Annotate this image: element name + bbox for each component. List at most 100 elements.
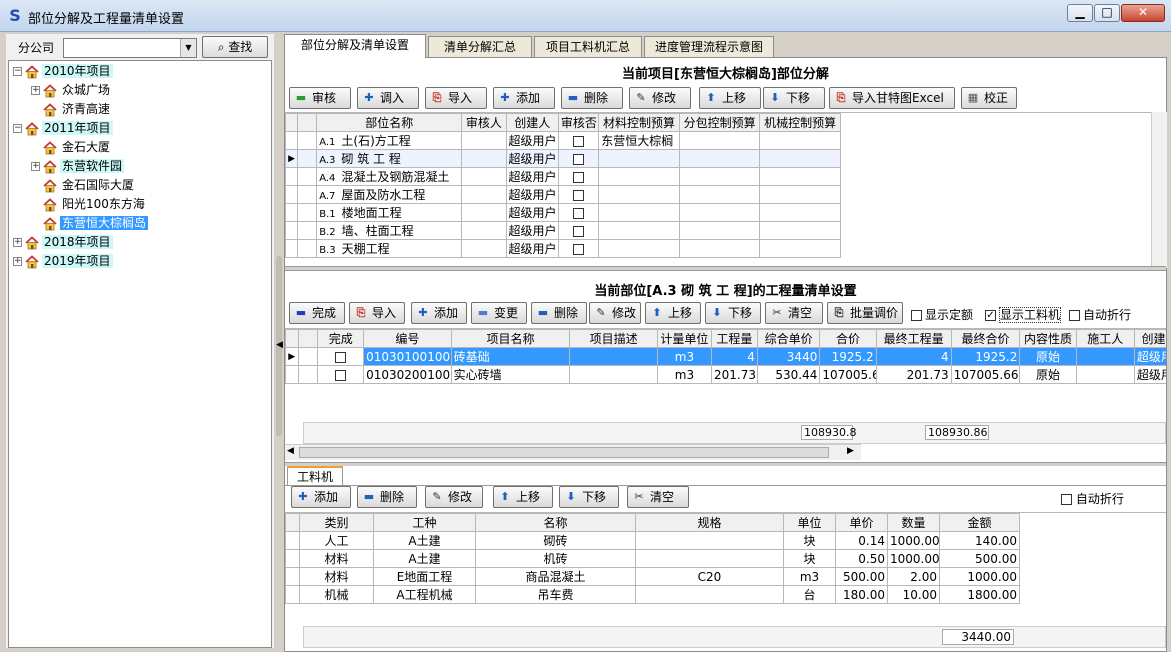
breakdown-row[interactable]: B.2 墙、柱面工程 超级用户 (285, 221, 841, 240)
audited-cell[interactable] (557, 185, 600, 204)
audited-checkbox[interactable] (573, 207, 585, 219)
sec2-button-4[interactable]: ▬ 删除 (531, 302, 587, 324)
audited-checkbox[interactable] (573, 225, 585, 237)
collapse-icon[interactable]: − (13, 124, 22, 133)
tree-node[interactable]: + 东营软件园 (31, 157, 125, 175)
material-row[interactable]: 材料 E地面工程 商品混凝土 C20 m3 500.00 2.00 1000.00 (285, 567, 1020, 586)
sec1-button-4[interactable]: ▬ 删除 (561, 87, 623, 109)
breakdown-row[interactable]: B.3 天棚工程 超级用户 (285, 239, 841, 258)
sec1-button-7[interactable]: ⬇ 下移 (763, 87, 825, 109)
option-checkbox[interactable] (1069, 310, 1080, 321)
sec1-button-3[interactable]: ✚ 添加 (493, 87, 555, 109)
sec1-button-5[interactable]: ✎ 修改 (629, 87, 691, 109)
sec2-button-8[interactable]: ✂ 清空 (765, 302, 823, 324)
audited-cell[interactable] (557, 221, 600, 240)
done-cell[interactable] (317, 347, 365, 366)
collapse-left-icon[interactable]: ◀ (276, 340, 283, 350)
tree-node[interactable]: 金石国际大厦 (31, 176, 136, 194)
scroll-right-icon[interactable]: ▶ (847, 446, 854, 456)
bill-row[interactable]: 010302001001实心砖墙m3201.73530.44107005.662… (285, 365, 1166, 384)
company-select[interactable]: ▼ (63, 38, 197, 58)
tree-node[interactable]: 济青高速 (31, 100, 112, 118)
sec2-button-1[interactable]: ⎘ 导入 (349, 302, 405, 324)
sec2-button-7[interactable]: ⬇ 下移 (705, 302, 761, 324)
sec3-button-1[interactable]: ▬ 删除 (357, 486, 417, 508)
breakdown-row[interactable]: B.1 楼地面工程 超级用户 (285, 203, 841, 222)
tab-flowchart[interactable]: 进度管理流程示意图 (644, 36, 774, 58)
breakdown-vscroll[interactable] (1151, 112, 1167, 268)
sec1-button-8[interactable]: ⎘ 导入甘特图Excel (829, 87, 955, 109)
option-1[interactable]: 显示工料机 (985, 306, 1062, 323)
audited-checkbox[interactable] (573, 135, 585, 147)
tab-breakdown[interactable]: 部位分解及清单设置 (284, 34, 426, 58)
sec1-button-9[interactable]: ▦ 校正 (961, 87, 1017, 109)
audited-checkbox[interactable] (573, 189, 585, 201)
material-row[interactable]: 材料 A土建 机砖 块 0.50 1000.00 500.00 (285, 549, 1020, 568)
part-name-cell[interactable]: B.3 天棚工程 (316, 239, 463, 258)
sec2-button-5[interactable]: ✎ 修改 (589, 302, 641, 324)
tree-node[interactable]: +2018年项目 (13, 233, 113, 251)
sec3-button-2[interactable]: ✎ 修改 (425, 486, 483, 508)
tab-materials[interactable]: 项目工料机汇总 (534, 36, 642, 58)
bill-hscroll[interactable]: ◀ ▶ (285, 444, 861, 460)
material-grid[interactable]: 类别 工种 名称 规格 单位 单价 数量 金额 人工 A土建 砌砖块 0.14 1000.00 140.… (285, 512, 1166, 624)
part-name-cell[interactable]: A.1 土(石)方工程 (316, 131, 463, 150)
part-name-cell[interactable]: A.4 混凝土及钢筋混凝土 (316, 167, 463, 186)
section-divider[interactable] (285, 266, 1166, 271)
section-divider[interactable] (285, 462, 1166, 466)
bill-grid[interactable]: 完成 编号 项目名称 项目描述 计量单位 工程量 综合单价 合价 最终工程量 最终合价 内容性质 施工… (285, 328, 1166, 420)
sec2-button-6[interactable]: ⬆ 上移 (645, 302, 701, 324)
tree-node[interactable]: 金石大厦 (31, 138, 112, 156)
sec3-button-0[interactable]: ✚ 添加 (291, 486, 351, 508)
expand-icon[interactable]: + (13, 257, 22, 266)
chevron-down-icon[interactable]: ▼ (180, 39, 196, 57)
tree-node[interactable]: − 2011年项目 (13, 119, 113, 137)
tree-node[interactable]: 东营恒大棕榈岛 (31, 214, 149, 232)
material-auto-wrap-option[interactable]: 自动折行 (1061, 490, 1124, 507)
breakdown-grid[interactable]: 部位名称 审核人 创建人 审核否 材料控制预算 分包控制预算 机械控制预算 A.1 土(石)方… (285, 112, 1151, 264)
minimize-button[interactable]: ▁ (1067, 4, 1093, 22)
tab-material-machine[interactable]: 工料机 (287, 466, 343, 486)
part-name-cell[interactable]: A.3 砌 筑 工 程 (316, 149, 463, 168)
done-checkbox[interactable] (335, 369, 347, 381)
option-checkbox[interactable] (985, 310, 996, 321)
material-row[interactable]: 人工 A土建 砌砖 块 0.14 1000.00 140.00 (285, 531, 1020, 550)
sec2-button-9[interactable]: ⎘ 批量调价 (827, 302, 903, 324)
sec1-button-2[interactable]: ⎘ 导入 (425, 87, 487, 109)
audited-checkbox[interactable] (573, 243, 585, 255)
sec3-button-4[interactable]: ⬇ 下移 (559, 486, 619, 508)
audited-checkbox[interactable] (573, 171, 585, 183)
tab-summary[interactable]: 清单分解汇总 (428, 36, 532, 58)
done-checkbox[interactable] (335, 351, 347, 363)
audited-cell[interactable] (557, 149, 600, 168)
sec1-button-1[interactable]: ✚ 调入 (357, 87, 419, 109)
sec3-button-3[interactable]: ⬆ 上移 (493, 486, 553, 508)
breakdown-row[interactable]: A.4 混凝土及钢筋混凝土 超级用户 (285, 167, 841, 186)
breakdown-row[interactable]: A.7 屋面及防水工程 超级用户 (285, 185, 841, 204)
material-row[interactable]: 机械 A工程机械 吊车费 台 180.00 10.00 1800.00 (285, 585, 1020, 604)
expand-icon[interactable]: + (31, 162, 40, 171)
find-button[interactable]: ⌕ 查找 (202, 36, 268, 58)
sec2-button-2[interactable]: ✚ 添加 (411, 302, 467, 324)
close-button[interactable]: ✕ (1121, 4, 1165, 22)
tree-node[interactable]: + 众城广场 (31, 81, 112, 99)
scroll-left-icon[interactable]: ◀ (287, 446, 294, 456)
auto-wrap-checkbox[interactable] (1061, 494, 1072, 505)
sec2-button-3[interactable]: ▬ 变更 (471, 302, 527, 324)
part-name-cell[interactable]: B.2 墙、柱面工程 (316, 221, 463, 240)
sec1-button-6[interactable]: ⬆ 上移 (699, 87, 761, 109)
option-0[interactable]: 显示定额 (911, 306, 973, 323)
audited-cell[interactable] (557, 167, 600, 186)
sec1-button-0[interactable]: ▬ 审核 (289, 87, 351, 109)
sec2-button-0[interactable]: ▬ 完成 (289, 302, 345, 324)
tree-node[interactable]: − 2010年项目 (13, 62, 113, 80)
option-2[interactable]: 自动折行 (1069, 306, 1131, 323)
audited-cell[interactable] (557, 131, 600, 150)
sec3-button-5[interactable]: ✂ 清空 (627, 486, 689, 508)
bill-row[interactable]: ▶ 010301001001 砖基础 m3 4 3440 1925.2 4 1925.2 原始 超级… (285, 347, 1166, 366)
audited-cell[interactable] (557, 203, 600, 222)
maximize-button[interactable]: □ (1094, 4, 1120, 22)
expand-icon[interactable]: + (13, 238, 22, 247)
expand-icon[interactable]: + (31, 86, 40, 95)
bill-hscroll-thumb[interactable] (299, 447, 829, 458)
